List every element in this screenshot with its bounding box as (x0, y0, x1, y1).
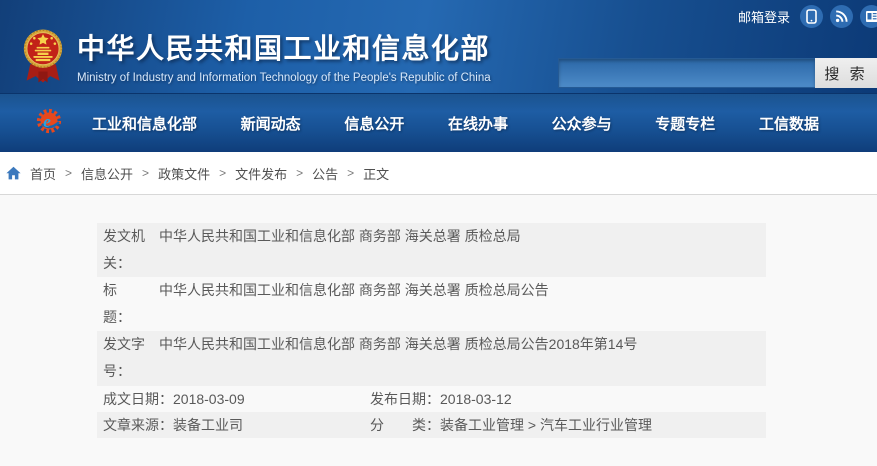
breadcrumb-band: 首页 > 信息公开 > 政策文件 > 文件发布 > 公告 > 正文 (0, 152, 877, 195)
breadcrumb-separator: > (65, 166, 72, 180)
doc-info-row-doc-number: 发文字 号： 中华人民共和国工业和信息化部 商务部 海关总署 质检总局公告201… (97, 331, 766, 386)
main-content: 发文机 关： 中华人民共和国工业和信息化部 商务部 海关总署 质检总局 标 题：… (0, 223, 877, 466)
doc-info-row-dates: 成文日期： 2018-03-09 发布日期： 2018-03-12 (97, 386, 766, 412)
breadcrumb-document-release[interactable]: 文件发布 (235, 164, 287, 183)
publish-date-value: 2018-03-12 (440, 386, 512, 412)
nav-item-info-disclosure[interactable]: 信息公开 (344, 113, 404, 134)
breadcrumb-current-page: 正文 (363, 164, 389, 183)
svg-text:e: e (43, 112, 51, 131)
category-pair: 分 类： 装备工业管理 > 汽车工业行业管理 (370, 412, 652, 438)
mail-login-link[interactable]: 邮箱登录 (738, 7, 790, 26)
breadcrumb-separator: > (142, 166, 149, 180)
doc-info-row-issuing-org: 发文机 关： 中华人民共和国工业和信息化部 商务部 海关总署 质检总局 (97, 223, 766, 277)
doc-info-table: 发文机 关： 中华人民共和国工业和信息化部 商务部 海关总署 质检总局 标 题：… (97, 223, 766, 438)
newspaper-icon[interactable] (860, 5, 877, 28)
issuing-org-value: 中华人民共和国工业和信息化部 商务部 海关总署 质检总局 (159, 223, 766, 277)
source-label: 文章来源： (103, 412, 173, 438)
breadcrumb-separator: > (219, 166, 226, 180)
written-date-label: 成文日期： (103, 386, 173, 412)
search-bar: 搜 索 (558, 58, 877, 88)
site-title: 中华人民共和国工业和信息化部 (77, 27, 491, 67)
publish-date-pair: 发布日期： 2018-03-12 (370, 386, 512, 412)
category-label: 分 类： (370, 412, 440, 438)
publish-date-label: 发布日期： (370, 386, 440, 412)
doc-number-value: 中华人民共和国工业和信息化部 商务部 海关总署 质检总局公告2018年第14号 (159, 331, 766, 386)
nav-items: 工业和信息化部 新闻动态 信息公开 在线办事 公众参与 专题专栏 工信数据 (92, 113, 819, 134)
breadcrumb-separator: > (347, 166, 354, 180)
nav-item-public-participation[interactable]: 公众参与 (552, 113, 612, 134)
nav-item-miit[interactable]: 工业和信息化部 (92, 113, 197, 134)
rss-icon[interactable] (830, 5, 853, 28)
doc-info-row-title: 标 题： 中华人民共和国工业和信息化部 商务部 海关总署 质检总局公告 (97, 277, 766, 331)
nav-item-online-services[interactable]: 在线办事 (448, 113, 508, 134)
doc-title-value: 中华人民共和国工业和信息化部 商务部 海关总署 质检总局公告 (159, 277, 766, 331)
source-pair: 文章来源： 装备工业司 (97, 412, 370, 438)
issuing-org-label: 发文机 关： (97, 223, 159, 277)
nav-item-special-topics[interactable]: 专题专栏 (655, 113, 715, 134)
breadcrumb-policy-documents[interactable]: 政策文件 (158, 164, 210, 183)
breadcrumb-separator: > (296, 166, 303, 180)
category-value: 装备工业管理 > 汽车工业行业管理 (440, 412, 652, 438)
breadcrumb-home[interactable]: 首页 (30, 164, 56, 183)
site-title-block: 中华人民共和国工业和信息化部 Ministry of Industry and … (77, 27, 491, 84)
breadcrumb-info-disclosure[interactable]: 信息公开 (81, 164, 133, 183)
site-subtitle: Ministry of Industry and Information Tec… (77, 72, 491, 84)
nav-item-industry-data[interactable]: 工信数据 (759, 113, 819, 134)
written-date-pair: 成文日期： 2018-03-09 (97, 386, 370, 412)
mobile-phone-icon[interactable] (800, 5, 823, 28)
site-header: 中华人民共和国工业和信息化部 Ministry of Industry and … (0, 0, 877, 93)
doc-title-label: 标 题： (97, 277, 159, 331)
doc-number-label: 发文字 号： (97, 331, 159, 386)
written-date-value: 2018-03-09 (173, 386, 245, 412)
nav-item-news[interactable]: 新闻动态 (241, 113, 301, 134)
miit-gear-logo-icon: e (36, 106, 64, 141)
main-nav: e 工业和信息化部 新闻动态 信息公开 在线办事 公众参与 专题专栏 工信数据 (0, 93, 877, 152)
doc-info-row-source-category: 文章来源： 装备工业司 分 类： 装备工业管理 > 汽车工业行业管理 (97, 412, 766, 438)
national-emblem-icon (22, 24, 64, 93)
header-topbar: 邮箱登录 (738, 5, 877, 28)
breadcrumb-announcement[interactable]: 公告 (312, 164, 338, 183)
home-icon[interactable] (6, 166, 21, 180)
search-input[interactable] (558, 58, 815, 88)
source-value: 装备工业司 (173, 412, 243, 438)
breadcrumb: 首页 > 信息公开 > 政策文件 > 文件发布 > 公告 > 正文 (6, 164, 389, 183)
search-button[interactable]: 搜 索 (815, 58, 877, 88)
